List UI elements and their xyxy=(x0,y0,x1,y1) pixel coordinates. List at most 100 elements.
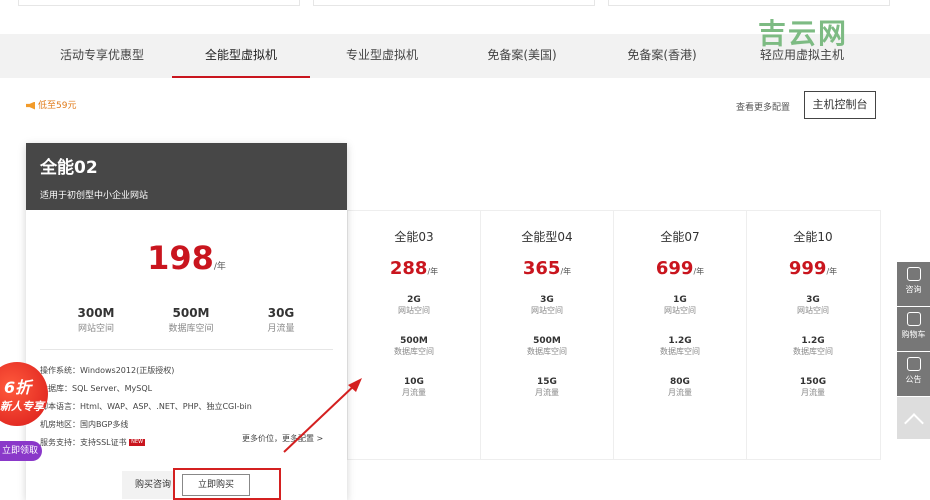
price-value: 365 xyxy=(522,258,561,279)
info-line: 机房地区：国内BGP多线 xyxy=(40,420,129,429)
price-value: 999 xyxy=(788,258,827,279)
spec-label: 数据库空间 xyxy=(793,347,833,356)
top-card xyxy=(313,0,595,6)
tab-no-record-us[interactable]: 免备案(美国) xyxy=(460,34,584,78)
spec-item: 10G 月流量 xyxy=(348,377,480,398)
sidebar-label: 公告 xyxy=(905,375,922,384)
info-line: 脚本语言：Html、WAP、ASP、.NET、PHP、独立CGI-bin xyxy=(40,402,252,411)
spec-item: 1.2G 数据库空间 xyxy=(747,336,879,357)
headset-icon xyxy=(906,267,921,281)
spec-item: 500M 数据库空间 xyxy=(151,306,231,334)
spec-label: 网站空间 xyxy=(531,306,563,315)
more-price-link[interactable]: 更多价位，更多配置 > xyxy=(242,433,323,444)
featured-price: 198/年 xyxy=(26,239,347,277)
cart-icon xyxy=(906,312,921,326)
spec-item: 150G 月流量 xyxy=(747,377,879,398)
plan-price: 699/年 xyxy=(614,258,746,279)
plan-card[interactable]: 全能10 999/年 3G 网站空间 1.2G 数据库空间 150G 月流量 xyxy=(746,211,879,459)
spec-value: 10G xyxy=(404,377,424,387)
back-to-top-button[interactable] xyxy=(897,397,930,439)
spec-value: 150G xyxy=(799,377,827,387)
plan-price: 288/年 xyxy=(348,258,480,279)
host-console-button[interactable]: 主机控制台 xyxy=(804,91,876,119)
tab-pro-vhost[interactable]: 专业型虚拟机 xyxy=(320,34,444,78)
featured-plan-name: 全能02 xyxy=(40,158,98,178)
spec-label: 数据库空间 xyxy=(660,347,700,356)
plan-name: 全能型04 xyxy=(521,230,573,244)
plan-price: 365/年 xyxy=(481,258,613,279)
sidebar-label: 咨询 xyxy=(905,285,922,294)
spec-value: 1.2G xyxy=(801,336,825,346)
spec-label: 网站空间 xyxy=(398,306,430,315)
claim-now-button[interactable]: 立即领取 xyxy=(0,441,42,461)
badge-subtitle: 新人专享 xyxy=(0,400,44,413)
spec-item: 1G 网站空间 xyxy=(614,295,746,316)
spec-label: 月流量 xyxy=(402,388,426,397)
sidebar-label: 购物车 xyxy=(901,330,926,339)
speaker-icon xyxy=(26,101,35,110)
plan-price: 999/年 xyxy=(747,258,879,279)
buy-now-button[interactable]: 立即购买 xyxy=(182,474,250,496)
badge-discount: 6折 xyxy=(4,378,32,397)
promo-note: 低至59元 xyxy=(26,98,76,111)
price-value: 288 xyxy=(389,258,428,279)
spec-label: 网站空间 xyxy=(797,306,829,315)
info-line: 操作系统：Windows2012(正版授权) xyxy=(40,366,175,375)
sidebar-consult[interactable]: 咨询 xyxy=(897,262,930,306)
spec-value: 1G xyxy=(673,295,687,305)
new-badge: NEW xyxy=(129,439,146,446)
spec-item: 300M 网站空间 xyxy=(56,306,136,334)
plan-name: 全能10 xyxy=(793,230,833,244)
plan-card[interactable]: 全能07 699/年 1G 网站空间 1.2G 数据库空间 80G 月流量 xyxy=(613,211,746,459)
spec-item: 80G 月流量 xyxy=(614,377,746,398)
spec-item: 500M 数据库空间 xyxy=(348,336,480,357)
float-sidebar: 咨询 购物车 公告 xyxy=(897,262,930,440)
tab-activity[interactable]: 活动专享优惠型 xyxy=(40,34,164,78)
featured-plan-desc: 适用于初创型中小企业网站 xyxy=(40,191,149,201)
more-config-link[interactable]: 查看更多配置 xyxy=(736,100,790,113)
plan-grid: 全能03 288/年 2G 网站空间 500M 数据库空间 10G 月流量 全能型04… xyxy=(347,210,881,460)
tab-all-round-vhost[interactable]: 全能型虚拟机 xyxy=(172,34,310,78)
spec-value: 1.2G xyxy=(668,336,692,346)
divider xyxy=(40,349,333,350)
spec-value: 3G xyxy=(540,295,554,305)
info-line: 数据库：SQL Server、MySQL xyxy=(40,384,153,393)
price-value: 699 xyxy=(655,258,694,279)
spec-item: 2G 网站空间 xyxy=(348,295,480,316)
spec-label: 月流量 xyxy=(668,388,692,397)
tab-no-record-hk[interactable]: 免备案(香港) xyxy=(600,34,724,78)
promo-text: 低至59元 xyxy=(38,101,77,111)
spec-item: 15G 月流量 xyxy=(481,377,613,398)
sidebar-notice[interactable]: 公告 xyxy=(897,352,930,396)
price-unit: /年 xyxy=(427,267,439,276)
spec-label: 月流量 xyxy=(535,388,559,397)
spec-value: 80G xyxy=(670,377,690,387)
spec-value: 500M xyxy=(533,336,561,346)
spec-value: 500M xyxy=(172,306,210,320)
spec-label: 数据库空间 xyxy=(527,347,567,356)
spec-value: 30G xyxy=(267,306,295,320)
top-cards-edge xyxy=(0,0,930,8)
plan-name: 全能03 xyxy=(394,230,434,244)
plan-card[interactable]: 全能03 288/年 2G 网站空间 500M 数据库空间 10G 月流量 xyxy=(347,211,480,459)
top-card xyxy=(18,0,300,6)
featured-plan-card[interactable]: 全能02 适用于初创型中小企业网站 198/年 300M 网站空间 500M 数据库… xyxy=(26,143,347,500)
price-unit: /年 xyxy=(213,262,226,272)
spec-item: 3G 网站空间 xyxy=(747,295,879,316)
featured-plan-header: 全能02 适用于初创型中小企业网站 xyxy=(26,143,347,210)
spec-value: 300M xyxy=(77,306,115,320)
spec-label: 月流量 xyxy=(801,388,825,397)
sidebar-cart[interactable]: 购物车 xyxy=(897,307,930,351)
spec-value: 500M xyxy=(400,336,428,346)
featured-info-list: 操作系统：Windows2012(正版授权) 数据库：SQL Server、My… xyxy=(40,362,252,452)
spec-value: 2G xyxy=(407,295,421,305)
plan-card[interactable]: 全能型04 365/年 3G 网站空间 500M 数据库空间 15G 月流量 xyxy=(480,211,613,459)
plan-name: 全能07 xyxy=(660,230,700,244)
spec-item: 30G 月流量 xyxy=(241,306,321,334)
price-unit: /年 xyxy=(693,267,705,276)
spec-label: 数据库空间 xyxy=(168,324,214,334)
watermark-logo: 吉云网 xyxy=(757,17,848,50)
spec-label: 数据库空间 xyxy=(394,347,434,356)
info-line-ssl: 服务支持：支持SSL证书 NEW xyxy=(40,434,252,452)
info-ssl-text: 服务支持：支持SSL证书 xyxy=(40,438,127,447)
